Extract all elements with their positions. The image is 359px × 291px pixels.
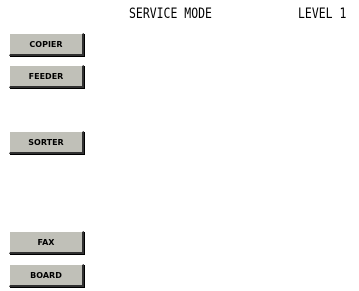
copier-button-label: COPIER	[29, 39, 63, 49]
sorter-button[interactable]: SORTER	[9, 131, 84, 154]
sorter-button-label: SORTER	[28, 137, 64, 147]
board-button-label: BOARD	[30, 270, 62, 280]
fax-button[interactable]: FAX	[9, 231, 84, 254]
board-button[interactable]: BOARD	[9, 264, 84, 287]
copier-button[interactable]: COPIER	[9, 33, 84, 56]
service-mode-title: SERVICE MODE	[129, 6, 212, 22]
feeder-button[interactable]: FEEDER	[9, 65, 84, 88]
fax-button-label: FAX	[37, 237, 55, 247]
level-indicator: LEVEL 1	[298, 6, 347, 22]
feeder-button-label: FEEDER	[28, 71, 64, 81]
